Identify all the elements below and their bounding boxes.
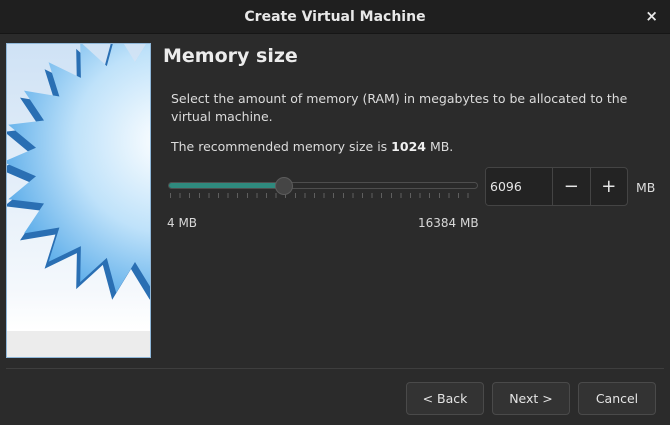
memory-slider[interactable]: [167, 176, 479, 202]
slider-handle[interactable]: [274, 177, 293, 195]
page-title: Memory size: [163, 45, 298, 67]
window-title: Create Virtual Machine: [244, 8, 426, 25]
slider-max-label: 16384 MB: [418, 216, 479, 230]
recommended-memory-text: The recommended memory size is 1024 MB.: [171, 139, 453, 154]
wizard-side-image: [6, 43, 151, 358]
slider-min-label: 4 MB: [167, 216, 198, 230]
back-button[interactable]: < Back: [406, 382, 484, 415]
memory-spinbox: − +: [485, 167, 628, 206]
increment-button[interactable]: +: [589, 168, 628, 205]
button-divider: [6, 368, 664, 369]
starburst-image: [7, 44, 150, 357]
slider-ticks: [170, 193, 476, 198]
decrement-button[interactable]: −: [552, 168, 590, 205]
memory-input[interactable]: [486, 168, 552, 205]
memory-unit-label: MB: [636, 180, 656, 195]
close-icon[interactable]: ×: [645, 7, 658, 25]
recommended-prefix: The recommended memory size is: [171, 139, 392, 154]
recommended-value: 1024: [391, 139, 426, 154]
memory-description: Select the amount of memory (RAM) in meg…: [171, 91, 628, 124]
recommended-suffix: MB.: [425, 139, 454, 154]
title-bar: Create Virtual Machine ×: [0, 0, 670, 34]
cancel-button[interactable]: Cancel: [578, 382, 656, 415]
slider-fill: [169, 183, 284, 188]
next-button[interactable]: Next >: [492, 382, 570, 415]
